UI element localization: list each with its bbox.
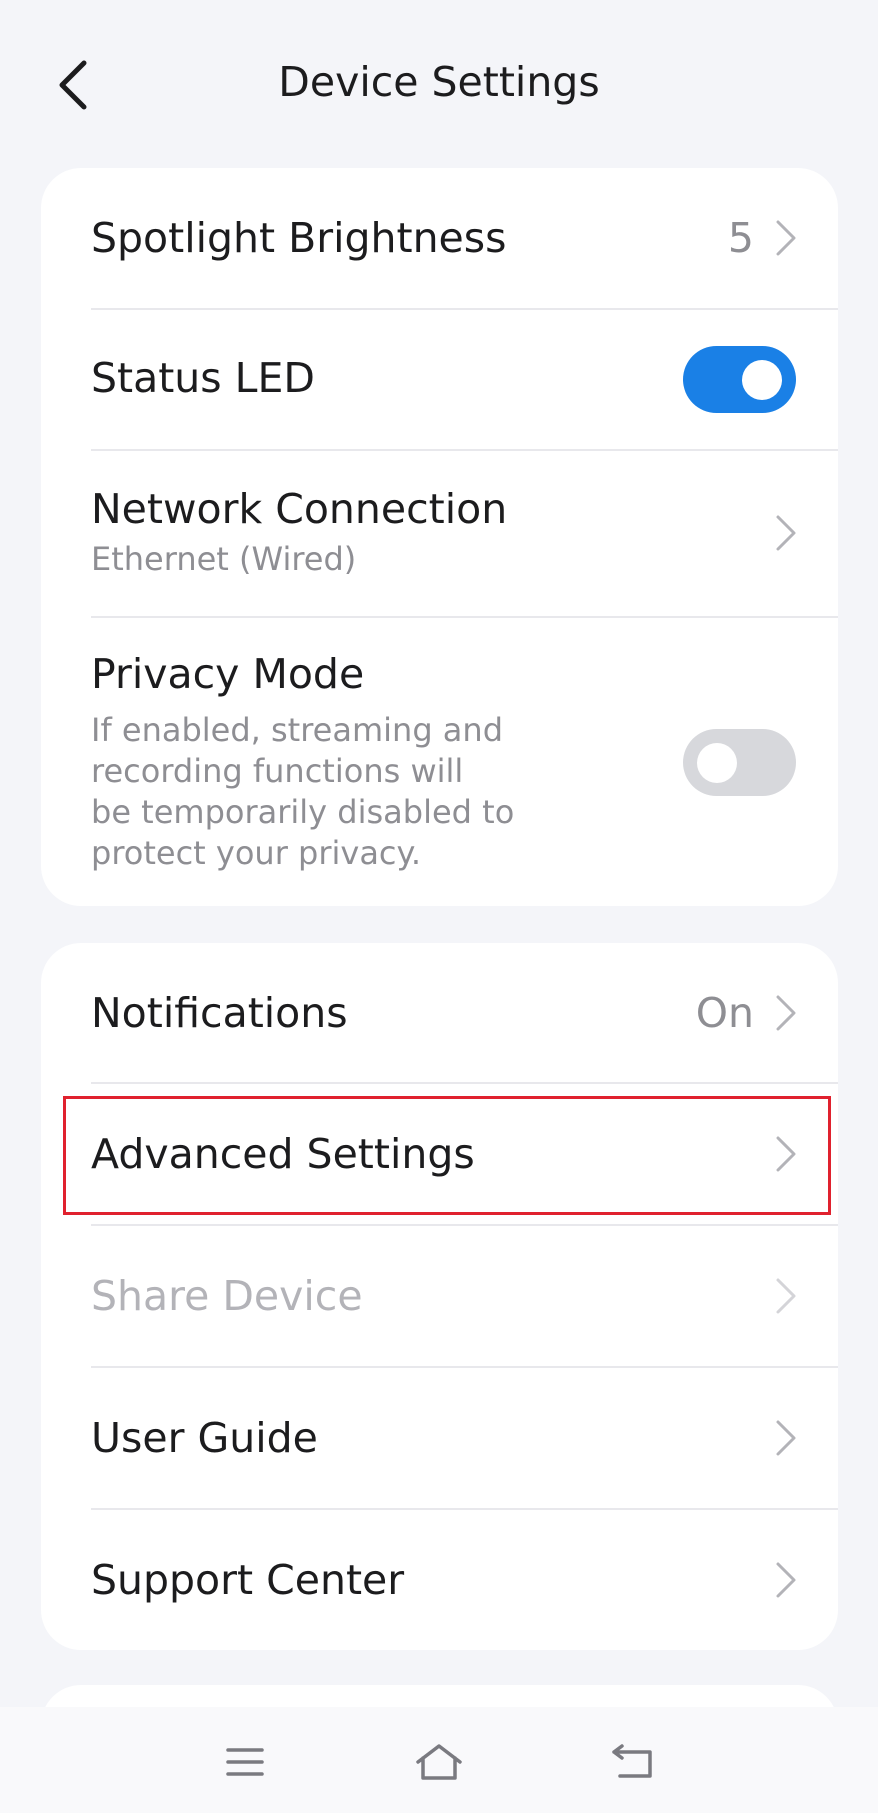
menu-icon [226, 1748, 264, 1776]
status-led-row: Status LED [41, 310, 838, 450]
chevron-right-icon [776, 1278, 796, 1314]
home-icon [416, 1744, 462, 1780]
chevron-right-icon [776, 995, 796, 1031]
advanced-settings-row[interactable]: Advanced Settings [41, 1084, 838, 1224]
network-connection-row[interactable]: Network Connection Ethernet (Wired) [41, 451, 838, 616]
privacy-mode-description: If enabled, streaming and recording func… [91, 711, 515, 872]
chevron-right-icon [776, 1420, 796, 1456]
chevron-right-icon [776, 220, 796, 256]
chevron-right-icon [776, 1562, 796, 1598]
toggle-knob [697, 743, 737, 783]
spotlight-brightness-row[interactable]: Spotlight Brightness 5 [41, 168, 838, 309]
spotlight-brightness-value: 5 [727, 214, 754, 262]
home-button[interactable] [404, 1727, 474, 1797]
general-settings-card: Notifications On Advanced Settings Share… [41, 943, 838, 1650]
spotlight-brightness-label: Spotlight Brightness [91, 214, 507, 262]
status-led-toggle[interactable] [683, 346, 796, 413]
device-settings-card: Spotlight Brightness 5 Status LED Networ… [41, 168, 838, 906]
status-led-label: Status LED [91, 354, 315, 402]
share-device-label: Share Device [91, 1272, 363, 1320]
notifications-value: On [695, 989, 754, 1037]
system-navigation-bar [0, 1707, 878, 1813]
notifications-label: Notifications [91, 989, 348, 1037]
back-nav-button[interactable] [598, 1727, 668, 1797]
chevron-right-icon [776, 515, 796, 551]
network-connection-status: Ethernet (Wired) [91, 540, 357, 578]
recent-apps-button[interactable] [210, 1727, 280, 1797]
support-center-label: Support Center [91, 1556, 405, 1604]
network-connection-label: Network Connection [91, 485, 508, 533]
user-guide-row[interactable]: User Guide [41, 1368, 838, 1508]
header: Device Settings [0, 0, 878, 165]
back-icon [612, 1744, 652, 1778]
privacy-mode-toggle[interactable] [683, 729, 796, 796]
share-device-row[interactable]: Share Device [41, 1226, 838, 1366]
chevron-right-icon [776, 1136, 796, 1172]
user-guide-label: User Guide [91, 1414, 318, 1462]
device-settings-screen: Device Settings Spotlight Brightness 5 S… [0, 0, 878, 1813]
support-center-row[interactable]: Support Center [41, 1510, 838, 1650]
toggle-knob [742, 360, 782, 400]
advanced-settings-label: Advanced Settings [91, 1130, 475, 1178]
notifications-row[interactable]: Notifications On [41, 943, 838, 1083]
privacy-mode-row: Privacy Mode If enabled, streaming and r… [41, 618, 838, 906]
page-title: Device Settings [278, 58, 600, 106]
privacy-mode-label: Privacy Mode [91, 650, 365, 698]
